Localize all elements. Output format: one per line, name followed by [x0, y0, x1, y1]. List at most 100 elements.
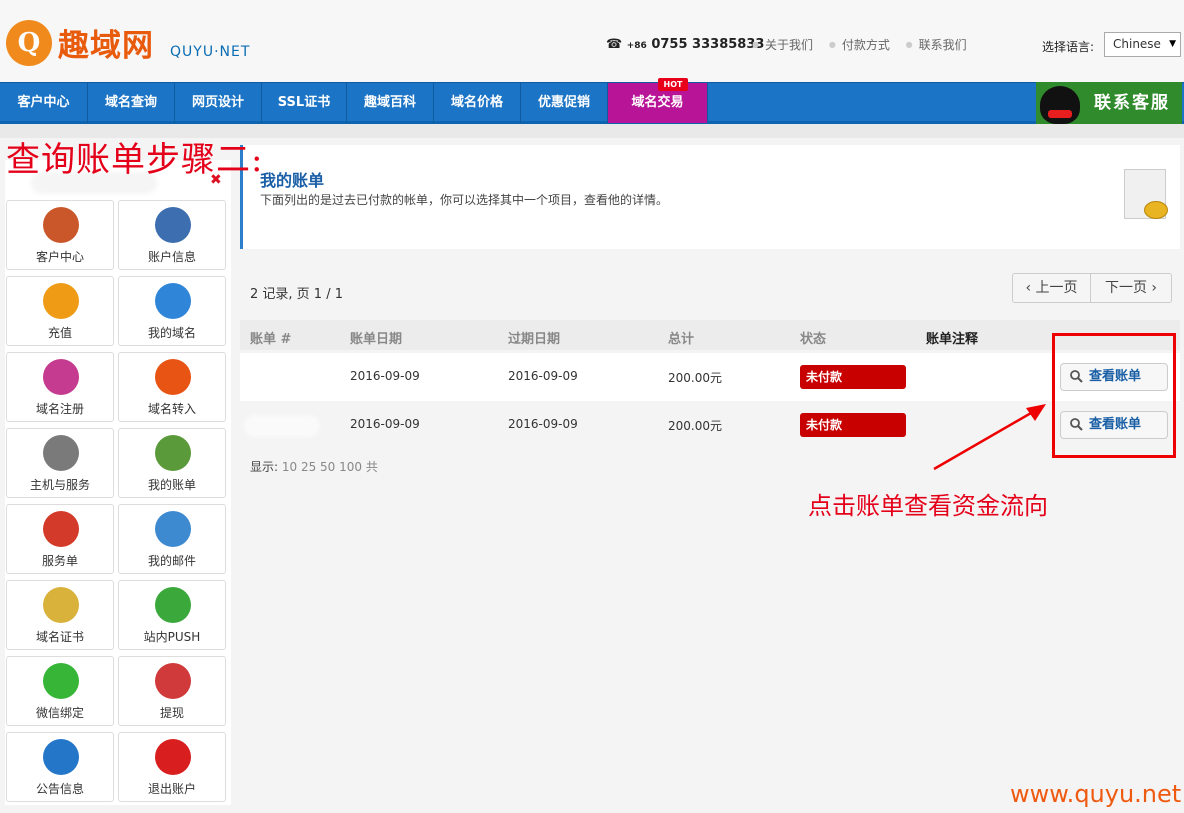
user-icon [155, 207, 191, 243]
lifebuoy-icon [43, 511, 79, 547]
page-header-panel: 我的账单 下面列出的是过去已付款的帐单，你可以选择其中一个项目，查看他的详情。 [240, 145, 1180, 249]
site-header: Q 趣域网 QUYU·NET ☎ +86 0755 33385833 关于我们 … [0, 0, 1184, 82]
link-contact-us[interactable]: 联系我们 [906, 38, 967, 52]
bill-total: 200.00元 [668, 419, 722, 433]
cash-icon [155, 663, 191, 699]
sidebar-item[interactable]: 客户中心 [6, 200, 114, 270]
house-icon [43, 207, 79, 243]
highlight-box [1052, 333, 1176, 458]
sidebar-item[interactable]: 账户信息 [118, 200, 226, 270]
sidebar-item[interactable]: 我的域名 [118, 276, 226, 346]
nav-domain-search[interactable]: 域名查询 [88, 83, 175, 123]
sidebar-item-label: 账户信息 [147, 250, 196, 264]
contact-service-button[interactable]: 联系客服 [1036, 82, 1182, 124]
mail-icon [155, 511, 191, 547]
language-label: 选择语言: [1042, 40, 1095, 54]
wechat-icon [43, 663, 79, 699]
watermark: www.quyu.net [1010, 780, 1182, 808]
sidebar-item-label: 退出账户 [147, 782, 196, 796]
sidebar-item[interactable]: 服务单 [6, 504, 114, 574]
col-bill-date[interactable]: 账单日期 [350, 328, 402, 347]
sidebar-item-label: 充值 [47, 326, 72, 340]
sidebar-item[interactable]: 域名注册 [6, 352, 114, 422]
nav-domain-price[interactable]: 域名价格 [434, 83, 521, 123]
nav-ssl-certificate[interactable]: SSL证书 [262, 83, 347, 123]
nav-quyu-wiki[interactable]: 趣域百科 [347, 83, 434, 123]
step-two-annotation: 查询账单步骤二: [6, 140, 264, 180]
cart-icon [43, 359, 79, 395]
sidebar-item[interactable]: 提现 [118, 656, 226, 726]
transfer-icon [155, 359, 191, 395]
sidebar-item-label: 公告信息 [35, 782, 84, 796]
sidebar-item-label: 微信绑定 [35, 706, 84, 720]
sidebar-item-label: 我的邮件 [147, 554, 196, 568]
nav-web-design[interactable]: 网页设计 [175, 83, 262, 123]
record-count: 2 记录, 页 1 / 1 [250, 287, 343, 302]
col-total[interactable]: 总计 [668, 328, 694, 347]
logo-chinese-name: 趣域网 [58, 28, 154, 64]
help-icon [43, 739, 79, 775]
sidebar-item-label: 提现 [159, 706, 184, 720]
click-annotation: 点击账单查看资金流向 [808, 492, 1048, 520]
sidebar-item-label: 域名注册 [35, 402, 84, 416]
page-size-selector: 显示: 10 25 50 100 共 [250, 458, 378, 475]
page-size-options[interactable]: 10 25 50 100 共 [282, 460, 378, 474]
link-about-us[interactable]: 关于我们 [752, 38, 813, 52]
next-page-button[interactable]: 下一页 › [1091, 274, 1171, 302]
next-page-label: 下一页 [1104, 280, 1147, 296]
prev-page-button[interactable]: ‹ 上一页 [1013, 274, 1091, 302]
table-header: 账单 # 账单日期 过期日期 总计 状态 账单注释 [240, 320, 1180, 350]
sidebar-item[interactable]: 站内PUSH [118, 580, 226, 650]
col-due-date[interactable]: 过期日期 [508, 328, 560, 347]
push-icon [155, 587, 191, 623]
col-bill-number[interactable]: 账单 # [250, 328, 291, 347]
sidebar-item[interactable]: 主机与服务 [6, 428, 114, 498]
col-status[interactable]: 状态 [800, 328, 826, 347]
logo-english-name: QUYU·NET [170, 44, 251, 60]
sidebar-item[interactable]: 微信绑定 [6, 656, 114, 726]
server-icon [43, 435, 79, 471]
icann-icon [43, 587, 79, 623]
bill-icon [155, 435, 191, 471]
due-date: 2016-09-09 [508, 369, 578, 383]
phone-prefix: +86 [626, 41, 647, 51]
page-title: 我的账单 [260, 171, 325, 190]
phone-icon: ☎ [606, 37, 623, 52]
sidebar-item[interactable]: 退出账户 [118, 732, 226, 802]
sidebar-item[interactable]: 我的邮件 [118, 504, 226, 574]
due-date: 2016-09-09 [508, 417, 578, 431]
main-nav: 客户中心 域名查询 网页设计 SSL证书 趣域百科 域名价格 优惠促销 域名交易 [0, 82, 1184, 124]
nav-customer-center[interactable]: 客户中心 [0, 83, 88, 123]
site-logo[interactable]: Q 趣域网 QUYU·NET [6, 18, 266, 68]
qq-penguin-icon [1040, 86, 1080, 124]
show-label: 显示: [250, 460, 279, 474]
link-payment-methods[interactable]: 付款方式 [829, 38, 890, 52]
phone-digits: 0755 33385833 [651, 37, 765, 52]
phone-number: ☎ +86 0755 33385833 [606, 37, 764, 52]
top-links: 关于我们 付款方式 联系我们 [752, 36, 979, 53]
language-select[interactable]: Chinese [1104, 32, 1181, 57]
sidebar-item-label: 客户中心 [35, 250, 84, 264]
sidebar-item[interactable]: 公告信息 [6, 732, 114, 802]
hot-badge: HOT [658, 78, 688, 91]
status-badge: 未付款 [800, 365, 906, 389]
contact-service-label: 联系客服 [1094, 93, 1170, 113]
bill-date: 2016-09-09 [350, 369, 420, 383]
sidebar-item-label: 服务单 [41, 554, 78, 568]
sidebar-item-label: 域名证书 [35, 630, 84, 644]
sidebar-item[interactable]: 域名证书 [6, 580, 114, 650]
logo-badge: Q [6, 20, 52, 66]
sidebar-item[interactable]: 充值 [6, 276, 114, 346]
nav-promotions[interactable]: 优惠促销 [521, 83, 608, 123]
sidebar-item-label: 我的域名 [147, 326, 196, 340]
sidebar-item[interactable]: 我的账单 [118, 428, 226, 498]
col-bill-notes: 账单注释 [926, 332, 979, 347]
table-row: 2016-09-09 2016-09-09 200.00元 未付款 查看账单 [240, 353, 1180, 401]
sidebar-item-label: 我的账单 [147, 478, 196, 492]
status-badge: 未付款 [800, 413, 906, 437]
globe-icon [155, 283, 191, 319]
sidebar-item-label: 域名转入 [147, 402, 196, 416]
sidebar-item[interactable]: 域名转入 [118, 352, 226, 422]
annotation-arrow [933, 404, 1046, 471]
pagination: ‹ 上一页 下一页 › [1012, 273, 1172, 303]
